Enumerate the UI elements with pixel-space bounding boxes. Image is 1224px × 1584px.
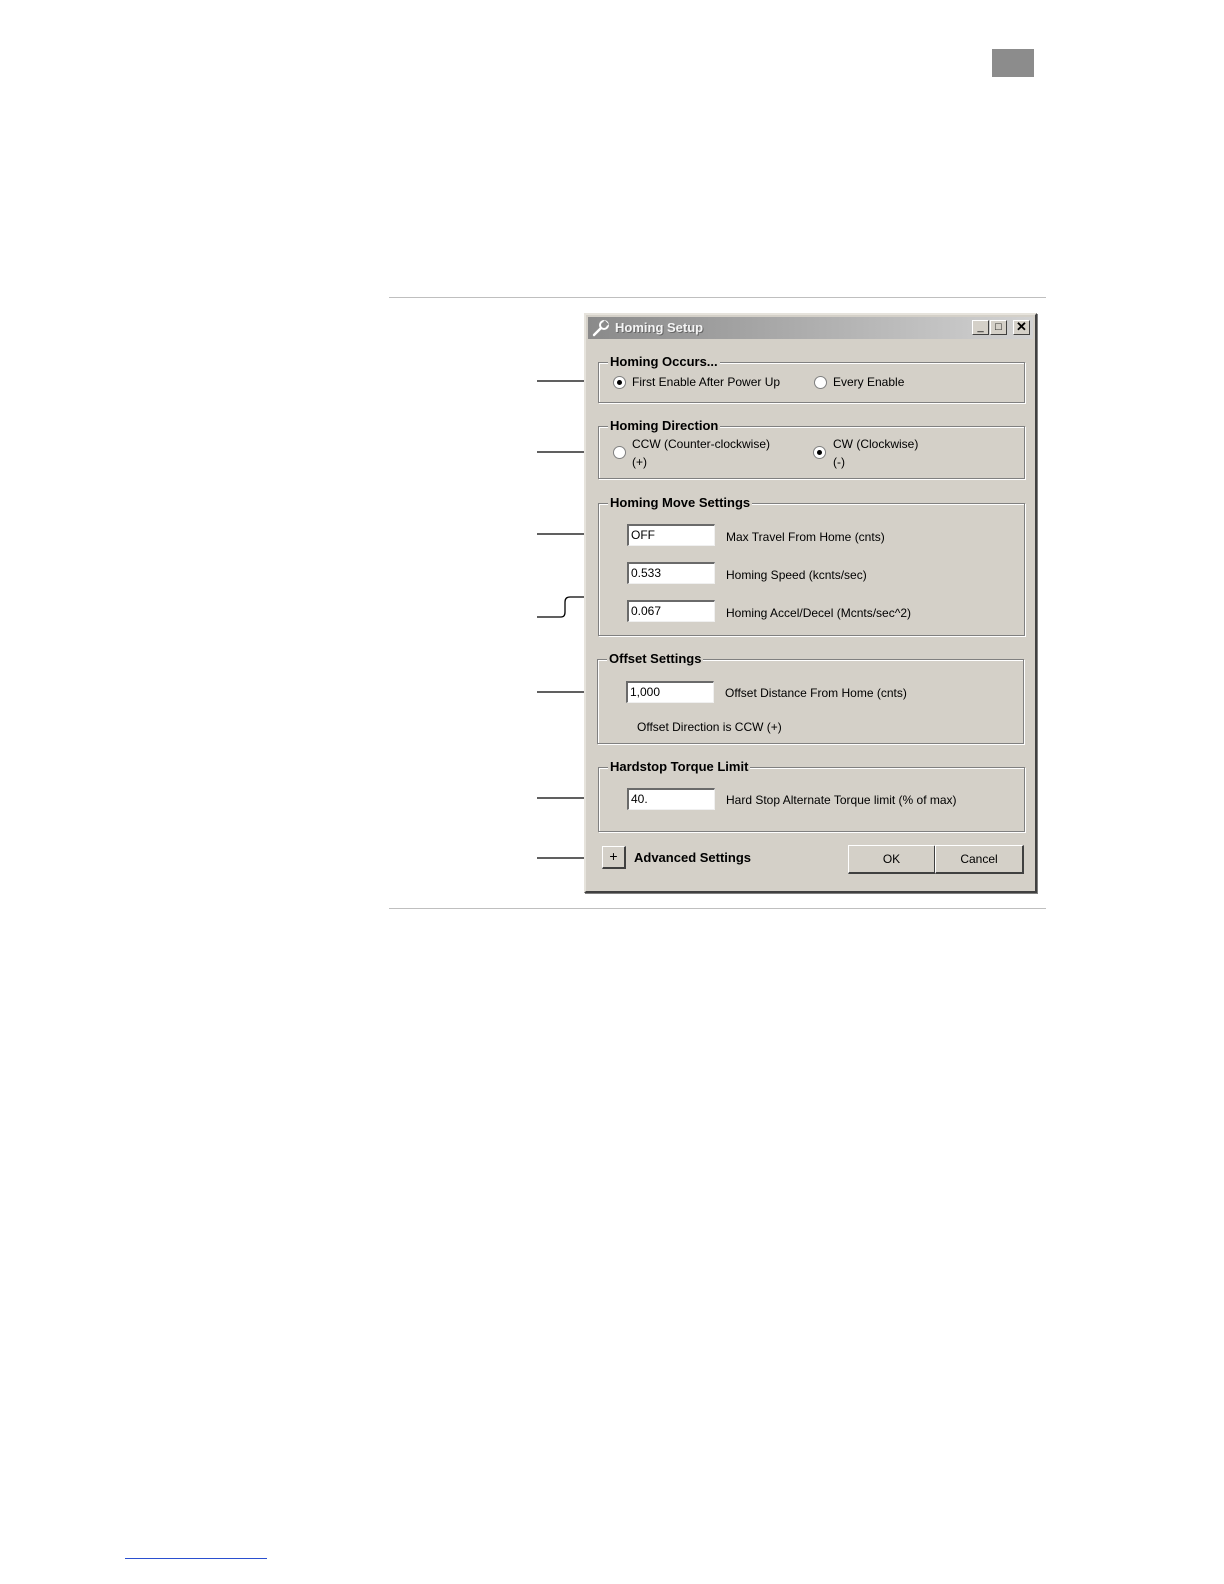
offset-direction-text: Offset Direction is CCW (+) <box>637 720 782 734</box>
ok-button[interactable]: OK <box>848 845 936 874</box>
hardstop-torque-group: Hardstop Torque Limit 40. Hard Stop Alte… <box>598 759 1025 832</box>
homing-setup-dialog: Homing Setup _ □ ✕ Homing Occurs... Firs… <box>584 313 1037 893</box>
max-travel-input[interactable]: OFF <box>627 524 715 546</box>
radio-cw[interactable] <box>813 446 826 459</box>
hardstop-torque-input[interactable]: 40. <box>627 788 715 810</box>
label-homing-speed: Homing Speed (kcnts/sec) <box>726 568 867 582</box>
offset-distance-input[interactable]: 1,000 <box>626 681 714 703</box>
homing-accel-input[interactable]: 0.067 <box>627 600 715 622</box>
label-homing-accel: Homing Accel/Decel (Mcnts/sec^2) <box>726 606 912 620</box>
advanced-settings-label[interactable]: Advanced Settings <box>634 850 751 865</box>
offset-settings-group: Offset Settings 1,000 Offset Distance Fr… <box>597 651 1024 744</box>
homing-speed-input[interactable]: 0.533 <box>627 562 715 584</box>
label-offset-distance: Offset Distance From Home (cnts) <box>725 686 907 700</box>
advanced-expand-button[interactable]: + <box>602 846 626 869</box>
group-title-homing-move: Homing Move Settings <box>608 495 753 510</box>
radio-first-enable[interactable] <box>613 376 626 389</box>
maximize-button[interactable]: □ <box>990 320 1007 335</box>
label-cw[interactable]: CW (Clockwise) <box>833 437 918 451</box>
label-ccw-sign: (+) <box>632 455 647 469</box>
group-title-hardstop: Hardstop Torque Limit <box>608 759 751 774</box>
homing-move-settings-group: Homing Move Settings OFF Max Travel From… <box>598 495 1025 636</box>
radio-selected-dot <box>617 380 622 385</box>
label-first-enable[interactable]: First Enable After Power Up <box>632 375 780 389</box>
label-cw-sign: (-) <box>833 455 845 469</box>
radio-ccw[interactable] <box>613 446 626 459</box>
radio-every-enable[interactable] <box>814 376 827 389</box>
wrench-icon <box>592 320 609 337</box>
label-max-travel: Max Travel From Home (cnts) <box>726 530 885 544</box>
homing-direction-group: Homing Direction CCW (Counter-clockwise)… <box>598 418 1025 479</box>
dialog-title: Homing Setup <box>615 320 704 335</box>
radio-selected-dot <box>817 450 822 455</box>
minimize-button[interactable]: _ <box>972 320 989 335</box>
label-hardstop-torque: Hard Stop Alternate Torque limit (% of m… <box>726 793 957 807</box>
label-every-enable[interactable]: Every Enable <box>833 375 904 389</box>
group-title-homing-direction: Homing Direction <box>608 418 721 433</box>
title-bar[interactable]: Homing Setup _ □ ✕ <box>588 317 1033 339</box>
cancel-button[interactable]: Cancel <box>935 845 1024 874</box>
group-title-homing-occurs: Homing Occurs... <box>608 354 720 369</box>
homing-occurs-group: Homing Occurs... First Enable After Powe… <box>598 354 1025 403</box>
label-ccw[interactable]: CCW (Counter-clockwise) <box>632 437 770 451</box>
group-title-offset: Offset Settings <box>607 651 704 666</box>
close-button[interactable]: ✕ <box>1013 320 1030 335</box>
